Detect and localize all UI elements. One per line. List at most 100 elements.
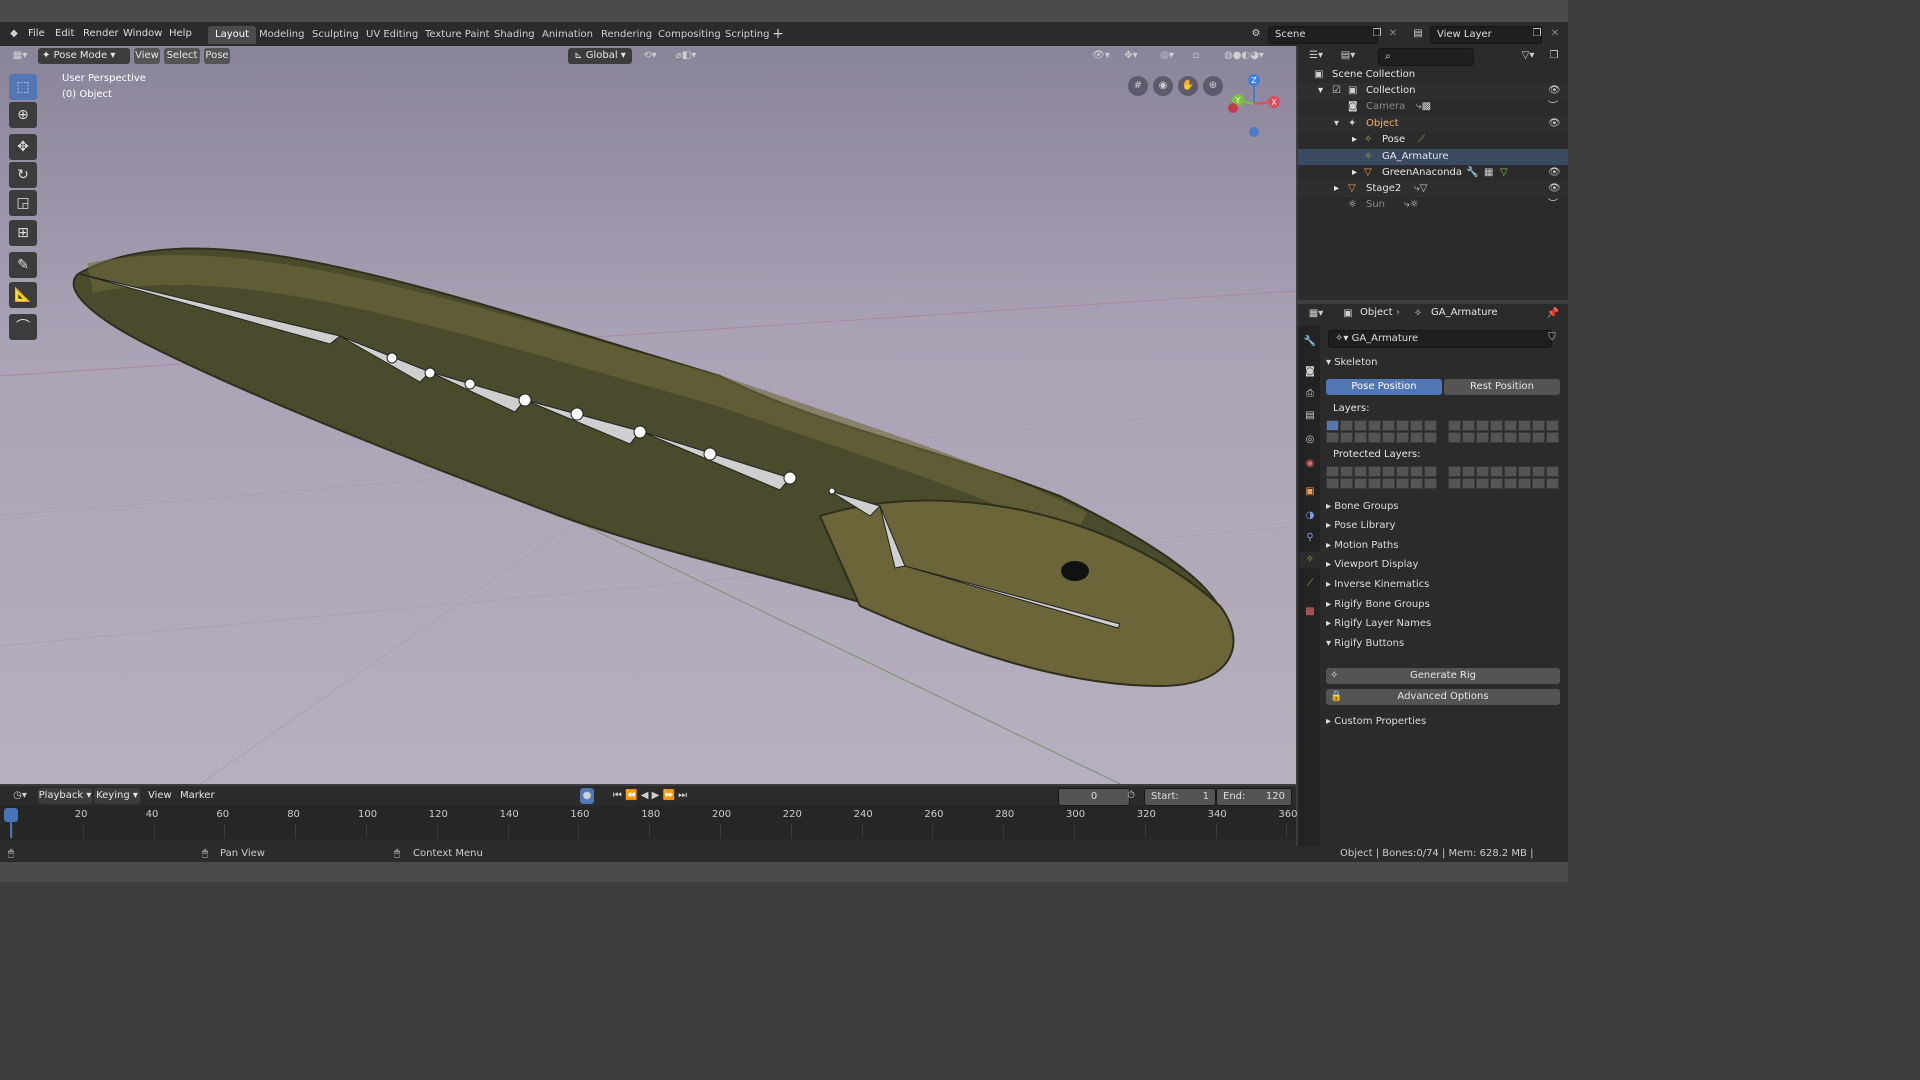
scene-icon[interactable]: ⚙ [1246, 26, 1266, 42]
layer-slot[interactable] [1382, 478, 1395, 489]
pin-icon[interactable]: 📌 [1546, 306, 1560, 322]
eye-icon[interactable]: 👁 [1548, 181, 1561, 197]
layer-slot[interactable] [1396, 420, 1409, 431]
layer-slot[interactable] [1504, 432, 1517, 443]
layer-slot[interactable] [1368, 466, 1381, 477]
protected-layers-grid[interactable] [1326, 466, 1562, 490]
expand-arrow-icon[interactable]: ▸ [1352, 132, 1357, 148]
filter-icon[interactable]: ▽▾ [1516, 48, 1540, 64]
layer-slot[interactable] [1546, 420, 1559, 431]
checkbox-icon[interactable]: ☑ [1332, 83, 1341, 99]
snap-icon[interactable]: ⌀◧▾ [666, 48, 706, 64]
layer-slot[interactable] [1490, 432, 1503, 443]
outliner-search-input[interactable]: ⌕ [1378, 48, 1474, 66]
physics-tab-icon[interactable]: ◑ [1302, 508, 1318, 524]
layer-slot[interactable] [1518, 420, 1531, 431]
outliner-row-stage2[interactable]: ▸ ▽ Stage2 ⤷▽ 👁 [1298, 181, 1568, 197]
bone-tab-icon[interactable]: ⟋ [1302, 576, 1318, 592]
layer-slot[interactable] [1448, 466, 1461, 477]
object-tab-icon[interactable]: ▣ [1302, 484, 1318, 500]
layer-slot[interactable] [1340, 466, 1353, 477]
armature-data-tab-icon[interactable]: ✧ [1300, 552, 1320, 568]
panel-pose-library[interactable]: ▸ Pose Library [1326, 517, 1562, 535]
scene-field[interactable]: Scene [1268, 26, 1378, 44]
camera-view-icon[interactable]: ◉ [1153, 76, 1173, 96]
layer-slot[interactable] [1462, 478, 1475, 489]
new-scene-icon[interactable]: ❐ [1370, 26, 1384, 42]
new-collection-icon[interactable]: ❐ [1546, 48, 1562, 64]
render-tab-icon[interactable]: ◙ [1302, 364, 1318, 380]
workspace-tab-sculpting[interactable]: Sculpting [305, 26, 366, 44]
timeline-marker-menu[interactable]: Marker [180, 790, 215, 801]
eye-icon[interactable]: 👁 [1548, 116, 1561, 132]
viewport-menu-view[interactable]: View [134, 48, 160, 64]
workspace-tab-modeling[interactable]: Modeling [252, 26, 312, 44]
move-tool-icon[interactable]: ✥ [9, 134, 37, 160]
grid-view-icon[interactable]: # [1128, 76, 1148, 96]
layer-slot[interactable] [1354, 466, 1367, 477]
timeline-editor-type-icon[interactable]: ◷▾ [8, 788, 32, 804]
layer-slot[interactable] [1504, 466, 1517, 477]
layer-slot[interactable] [1532, 420, 1545, 431]
bone-layers-grid[interactable] [1326, 420, 1562, 444]
layer-slot[interactable] [1504, 478, 1517, 489]
layer-slot[interactable] [1532, 432, 1545, 443]
layer-slot[interactable] [1424, 420, 1437, 431]
panel-motion-paths[interactable]: ▸ Motion Paths [1326, 537, 1562, 555]
layer-slot[interactable] [1396, 478, 1409, 489]
layer-slot[interactable] [1448, 478, 1461, 489]
timeline-view-menu[interactable]: View [148, 790, 172, 801]
advanced-options-button[interactable]: 🔒 Advanced Options [1326, 689, 1560, 705]
layer-slot[interactable] [1326, 432, 1339, 443]
layer-slot[interactable] [1546, 478, 1559, 489]
layer-slot[interactable] [1326, 466, 1339, 477]
shading-modes-icon[interactable]: ◍●◐◕▾ [1208, 48, 1280, 64]
layer-slot[interactable] [1368, 420, 1381, 431]
fake-user-shield-icon[interactable]: ⛉ [1544, 330, 1560, 346]
menu-file[interactable]: File [22, 26, 51, 42]
outliner-row-sun[interactable]: ☼ Sun ⤷☼ ︶ [1298, 197, 1568, 213]
cursor-tool-icon[interactable]: ⊕ [9, 102, 37, 128]
layer-slot[interactable] [1382, 420, 1395, 431]
layer-slot[interactable] [1354, 478, 1367, 489]
layer-slot[interactable] [1504, 420, 1517, 431]
visibility-icon[interactable]: 👁▾ [1086, 48, 1116, 64]
panel-rigify-bone-groups[interactable]: ▸ Rigify Bone Groups [1326, 596, 1562, 614]
navigation-gizmo[interactable]: Z X Y [1226, 74, 1286, 138]
layer-slot[interactable] [1340, 478, 1353, 489]
layer-slot[interactable] [1518, 432, 1531, 443]
layer-slot[interactable] [1490, 478, 1503, 489]
constraints-tab-icon[interactable]: ⚲ [1302, 530, 1318, 546]
timeline-track[interactable]: 0204060801001201401601802002202402602803… [0, 806, 1297, 840]
rotate-tool-icon[interactable]: ↻ [9, 162, 37, 188]
eye-closed-icon[interactable]: ︶ [1548, 197, 1558, 213]
layer-slot[interactable] [1448, 432, 1461, 443]
pose-position-button[interactable]: Pose Position [1326, 379, 1442, 395]
layer-slot[interactable] [1448, 420, 1461, 431]
workspace-tab-rendering[interactable]: Rendering [594, 26, 659, 44]
outliner-row-pose[interactable]: ▸ ✧ Pose ⟋ [1298, 132, 1568, 148]
layer-slot[interactable] [1462, 420, 1475, 431]
playback-menu[interactable]: Playback ▾ [38, 788, 92, 804]
view-layer-icon[interactable]: ▤ [1408, 26, 1428, 42]
outliner-row-object[interactable]: ▾ ✦ Object 👁 [1298, 116, 1568, 132]
skeleton-panel-header[interactable]: ▾ Skeleton [1326, 354, 1562, 372]
eye-icon[interactable]: 👁 [1548, 165, 1561, 181]
layer-slot[interactable] [1490, 466, 1503, 477]
overlays-icon[interactable]: ◎▾ [1152, 48, 1182, 64]
texture-tab-icon[interactable]: ▩ [1302, 604, 1318, 620]
panel-rigify-layer-names[interactable]: ▸ Rigify Layer Names [1326, 615, 1562, 633]
panel-bone-groups[interactable]: ▸ Bone Groups [1326, 498, 1562, 516]
stopwatch-icon[interactable]: ⏱ [1124, 788, 1138, 804]
outliner-row-scene-collection[interactable]: ▣ Scene Collection [1298, 67, 1568, 83]
transform-tool-icon[interactable]: ⊞ [9, 220, 37, 246]
delete-view-layer-icon[interactable]: ✕ [1548, 26, 1562, 42]
layer-slot[interactable] [1476, 466, 1489, 477]
eye-closed-icon[interactable]: ︶ [1548, 99, 1558, 115]
layer-slot[interactable] [1410, 432, 1423, 443]
pivot-point-icon[interactable]: ⟲▾ [638, 48, 662, 64]
layer-slot[interactable] [1340, 432, 1353, 443]
transform-orientation-dropdown[interactable]: ⊾ Global ▾ [568, 48, 632, 64]
layer-slot[interactable] [1424, 478, 1437, 489]
panel-custom-properties[interactable]: ▸ Custom Properties [1326, 713, 1562, 731]
